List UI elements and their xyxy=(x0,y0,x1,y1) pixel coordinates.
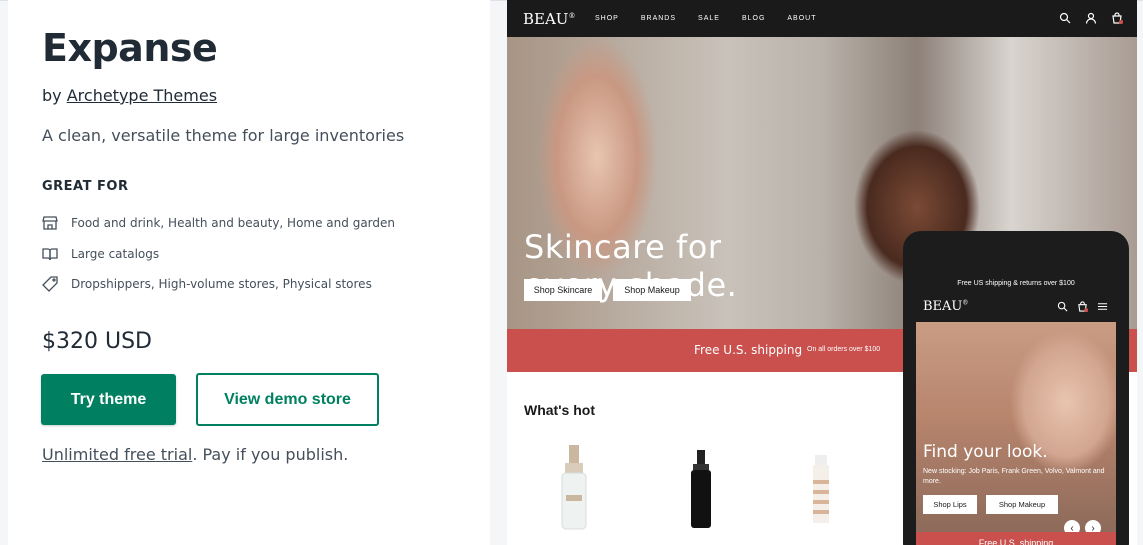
nav-sale[interactable]: SALE xyxy=(698,15,720,22)
byline-prefix: by xyxy=(42,86,67,105)
store-logo[interactable]: BEAU® xyxy=(523,10,575,28)
store-nav-icons xyxy=(1059,12,1123,24)
mobile-hero-subtitle: New stocking: Job Paris, Frank Green, Vo… xyxy=(923,468,1105,485)
theme-info-panel: Expanse by Archetype Themes A clean, ver… xyxy=(8,0,490,545)
shop-makeup-button[interactable]: Shop Makeup xyxy=(613,279,691,301)
mobile-hero: Find your look. New stocking: Job Paris,… xyxy=(916,322,1116,536)
try-theme-button[interactable]: Try theme xyxy=(41,374,176,425)
nav-shop[interactable]: SHOP xyxy=(595,15,619,22)
great-for-heading: GREAT FOR xyxy=(42,179,129,194)
mobile-shipping-band: Free U.S. shipping xyxy=(916,532,1116,545)
whats-hot-heading: What's hot xyxy=(524,402,595,418)
nav-brands[interactable]: BRANDS xyxy=(641,15,676,22)
search-icon[interactable] xyxy=(1059,12,1071,24)
trial-note: Unlimited free trial. Pay if you publish… xyxy=(42,445,348,464)
view-demo-store-button[interactable]: View demo store xyxy=(196,373,379,426)
store-icon xyxy=(42,216,58,230)
feature-catalog: Large catalogs xyxy=(42,246,159,262)
mobile-shipping-bar: Free US shipping & returns over $100 xyxy=(957,280,1075,287)
mobile-hero-title: Find your look. xyxy=(923,442,1048,462)
menu-icon[interactable] xyxy=(1097,301,1108,312)
mobile-logo-mark: ® xyxy=(962,299,969,307)
serum-bottle-product[interactable] xyxy=(557,445,593,530)
feature-text: Large catalogs xyxy=(71,247,160,261)
theme-price: $320 USD xyxy=(42,329,152,354)
search-icon[interactable] xyxy=(1057,301,1068,312)
mobile-preview: Free US shipping & returns over $100 BEA… xyxy=(903,231,1129,545)
shipping-band-title: Free U.S. shipping xyxy=(694,343,803,357)
nav-blog[interactable]: BLOG xyxy=(742,15,765,22)
feature-text: Dropshippers, High-volume stores, Physic… xyxy=(71,277,372,291)
logo-text: BEAU xyxy=(523,10,569,28)
store-nav-links: SHOP BRANDS SALE BLOG ABOUT xyxy=(595,15,817,22)
logo-mark: ® xyxy=(568,12,576,20)
store-nav: BEAU® SHOP BRANDS SALE BLOG ABOUT xyxy=(507,0,1137,37)
theme-tagline: A clean, versatile theme for large inven… xyxy=(42,126,405,145)
theme-preview: BEAU® SHOP BRANDS SALE BLOG ABOUT Skinca… xyxy=(507,0,1137,545)
mobile-logo-text: BEAU xyxy=(923,299,963,314)
feature-text: Food and drink, Health and beauty, Home … xyxy=(71,216,395,230)
theme-byline: by Archetype Themes xyxy=(42,86,217,105)
trial-note-text: . Pay if you publish. xyxy=(192,445,349,464)
shop-skincare-button[interactable]: Shop Skincare xyxy=(524,279,602,301)
mobile-nav-icons xyxy=(1057,301,1108,312)
book-icon xyxy=(42,248,58,261)
spray-bottle-product[interactable] xyxy=(687,450,717,530)
mobile-shop-makeup-button[interactable]: Shop Makeup xyxy=(986,495,1058,514)
feature-store-types: Dropshippers, High-volume stores, Physic… xyxy=(42,276,372,292)
nav-about[interactable]: ABOUT xyxy=(787,15,816,22)
shop-lips-button[interactable]: Shop Lips xyxy=(923,495,977,514)
user-icon[interactable] xyxy=(1085,12,1097,24)
tag-icon xyxy=(42,276,58,292)
hero-line-1: Skincare for xyxy=(524,228,722,266)
feature-industries: Food and drink, Health and beauty, Home … xyxy=(42,215,395,231)
tube-product[interactable] xyxy=(810,455,832,525)
shipping-band-subtitle: On all orders over $100 xyxy=(807,346,881,353)
mobile-logo[interactable]: BEAU® xyxy=(923,299,968,314)
mobile-nav: BEAU® xyxy=(916,292,1116,322)
cart-icon[interactable] xyxy=(1077,301,1088,312)
author-link[interactable]: Archetype Themes xyxy=(67,86,217,105)
theme-title: Expanse xyxy=(42,26,218,70)
free-trial-link[interactable]: Unlimited free trial xyxy=(42,445,192,464)
cart-icon[interactable] xyxy=(1111,12,1123,24)
